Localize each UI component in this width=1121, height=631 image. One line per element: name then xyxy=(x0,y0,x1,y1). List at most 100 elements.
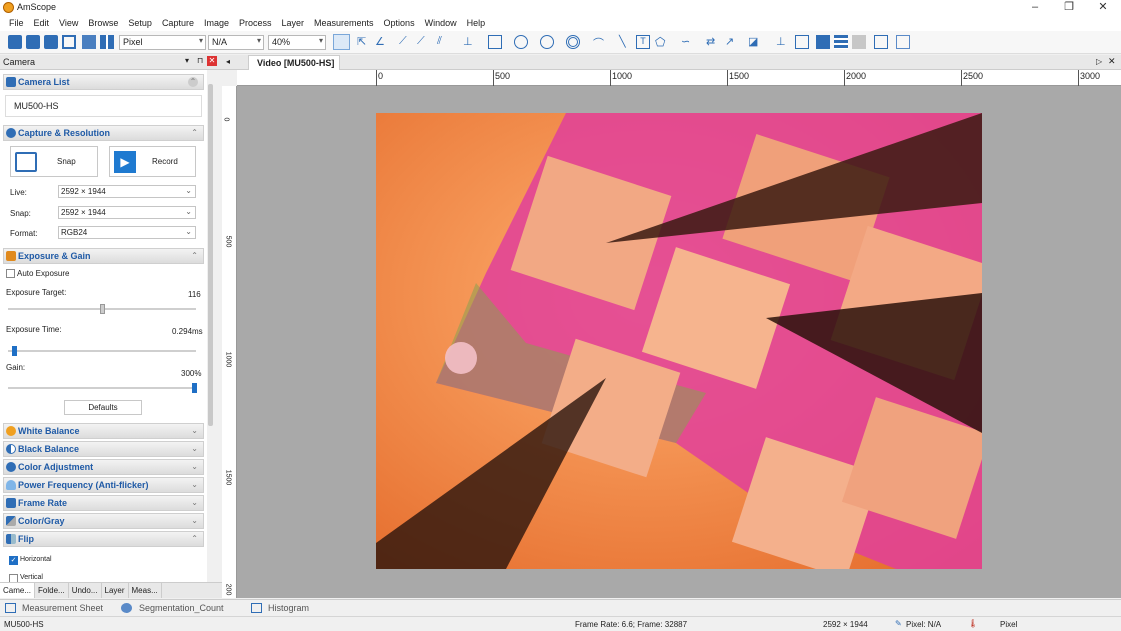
horizontal-checkbox[interactable]: ✓ xyxy=(9,556,18,565)
perpendicular-icon[interactable]: ⊥ xyxy=(463,35,477,49)
line-icon[interactable]: ⟋ xyxy=(399,35,413,49)
tab-scroll-right-icon[interactable]: ▷ xyxy=(1096,57,1102,66)
tab-scroll-left-icon[interactable]: ◂ xyxy=(226,57,230,66)
color-gray-header[interactable]: Color/Gray ⌄ xyxy=(3,513,204,529)
capture-header[interactable]: Capture & Resolution ⌃ xyxy=(3,125,204,141)
white-balance-header[interactable]: White Balance ⌄ xyxy=(3,423,204,439)
parallel-icon[interactable]: ⫽ xyxy=(437,35,451,49)
image-icon[interactable] xyxy=(816,35,830,49)
menu-measurements[interactable]: Measurements xyxy=(309,16,379,31)
panel-menu-icon[interactable]: ▾ xyxy=(185,56,189,65)
menu-help[interactable]: Help xyxy=(462,16,491,31)
record-button[interactable]: ▶ Record xyxy=(109,146,196,177)
magnification-select[interactable]: N/A ▾ xyxy=(208,35,264,50)
tab-folder[interactable]: Folde... xyxy=(35,583,69,598)
menu-options[interactable]: Options xyxy=(379,16,420,31)
panel-close-icon[interactable]: ✕ xyxy=(207,56,217,66)
slider-thumb[interactable] xyxy=(192,383,198,393)
angle-icon[interactable]: ∠ xyxy=(375,35,389,49)
camera-list-item[interactable]: MU500-HS xyxy=(5,95,202,117)
menu-capture[interactable]: Capture xyxy=(157,16,199,31)
tab-layer[interactable]: Layer xyxy=(102,583,129,598)
menu-view[interactable]: View xyxy=(54,16,83,31)
menu-edit[interactable]: Edit xyxy=(29,16,55,31)
menu-layer[interactable]: Layer xyxy=(277,16,310,31)
columns-icon[interactable] xyxy=(852,35,866,49)
exposure-time-slider[interactable] xyxy=(8,346,196,356)
panel-title: Camera xyxy=(3,57,36,67)
ellipse-icon[interactable] xyxy=(514,35,528,49)
arrow-icon[interactable]: ↗ xyxy=(725,35,739,49)
exposure-header[interactable]: Exposure & Gain ⌃ xyxy=(3,248,204,264)
menu-browse[interactable]: Browse xyxy=(83,16,123,31)
arc-icon[interactable]: ⌒ xyxy=(593,35,607,50)
snap-button[interactable]: Snap xyxy=(10,146,98,177)
export-icon[interactable] xyxy=(896,35,910,49)
document-close-icon[interactable]: ✕ xyxy=(1108,56,1116,67)
save-as-icon[interactable] xyxy=(44,35,58,49)
tab-histogram[interactable]: Histogram xyxy=(268,603,309,613)
h-tick-label: 2000 xyxy=(846,71,867,81)
auto-exposure-checkbox[interactable] xyxy=(6,269,15,278)
vertical-checkbox[interactable] xyxy=(9,574,18,582)
black-balance-header[interactable]: Black Balance ⌄ xyxy=(3,441,204,457)
circle-icon[interactable] xyxy=(540,35,554,49)
slider-thumb[interactable] xyxy=(100,304,106,314)
copy-icon[interactable] xyxy=(62,35,76,49)
grid-icon[interactable] xyxy=(100,35,114,49)
zoom-select[interactable]: 40% ▾ xyxy=(268,35,326,50)
frame-rate-header[interactable]: Frame Rate ⌄ xyxy=(3,495,204,511)
polygon-icon[interactable]: ⬠ xyxy=(655,35,669,49)
tab-measurement-sheet[interactable]: Measurement Sheet xyxy=(22,603,103,613)
tab-undo[interactable]: Undo... xyxy=(69,583,102,598)
menu-image[interactable]: Image xyxy=(199,16,234,31)
gain-slider[interactable] xyxy=(8,383,198,393)
menu-file[interactable]: File xyxy=(4,16,29,31)
menu-process[interactable]: Process xyxy=(234,16,277,31)
live-resolution-select[interactable]: 2592 × 1944 ⌄ xyxy=(58,185,196,198)
folder-icon[interactable] xyxy=(82,35,96,49)
close-button[interactable]: ✕ xyxy=(1086,0,1120,16)
calibrate-icon[interactable]: ⊥ xyxy=(776,35,790,49)
exposure-target-slider[interactable] xyxy=(8,304,196,314)
menu-bar: File Edit View Browse Setup Capture Imag… xyxy=(0,16,1121,31)
pan-hand-icon[interactable] xyxy=(333,34,350,50)
menu-setup[interactable]: Setup xyxy=(123,16,157,31)
measure-tools-icon[interactable]: ◪ xyxy=(748,35,762,49)
menu-window[interactable]: Window xyxy=(420,16,462,31)
scale-bar-icon[interactable]: ⇄ xyxy=(706,35,720,49)
collapse-icon[interactable]: ⌃ xyxy=(188,77,198,87)
maximize-button[interactable]: ❐ xyxy=(1052,0,1086,16)
freehand-icon[interactable]: ∽ xyxy=(681,35,695,49)
text-icon[interactable]: T xyxy=(636,35,650,49)
microscope-image[interactable] xyxy=(376,113,982,569)
camera-list-header[interactable]: Camera List ⌃ xyxy=(3,74,204,90)
defaults-button[interactable]: Defaults xyxy=(64,400,142,415)
tab-segmentation-count[interactable]: Segmentation_Count xyxy=(139,603,224,613)
sheet-icon[interactable] xyxy=(874,35,888,49)
save-icon[interactable] xyxy=(26,35,40,49)
format-select[interactable]: RGB24 ⌄ xyxy=(58,226,196,239)
tab-measurements[interactable]: Meas... xyxy=(129,583,162,598)
minimize-button[interactable]: – xyxy=(1018,0,1052,16)
align-icon[interactable] xyxy=(834,35,848,49)
properties-icon[interactable] xyxy=(795,35,809,49)
flip-header[interactable]: Flip ⌃ xyxy=(3,531,204,547)
pin-icon[interactable]: ⊓ xyxy=(197,56,203,65)
curve-icon[interactable]: ╲ xyxy=(619,35,633,49)
polyline-icon[interactable]: ⟋ xyxy=(417,35,431,49)
tab-video[interactable]: Video [MU500-HS] xyxy=(248,55,340,70)
annulus-icon[interactable] xyxy=(566,35,580,49)
tab-camera[interactable]: Came... xyxy=(0,583,36,598)
panel-scrollbar[interactable] xyxy=(208,84,213,426)
camera-list-icon xyxy=(6,77,16,87)
unit-select[interactable]: Pixel ▾ xyxy=(119,35,206,50)
snap-resolution-select[interactable]: 2592 × 1944 ⌄ xyxy=(58,206,196,219)
rectangle-icon[interactable] xyxy=(488,35,502,49)
color-adjustment-header[interactable]: Color Adjustment ⌄ xyxy=(3,459,204,475)
open-icon[interactable] xyxy=(8,35,22,49)
select-arrow-icon[interactable]: ⇱ xyxy=(357,35,371,49)
slider-thumb[interactable] xyxy=(11,346,17,356)
document-tabs: ◂ Video [MU500-HS] ▷ ✕ xyxy=(222,55,1121,70)
power-frequency-header[interactable]: Power Frequency (Anti-flicker) ⌄ xyxy=(3,477,204,493)
